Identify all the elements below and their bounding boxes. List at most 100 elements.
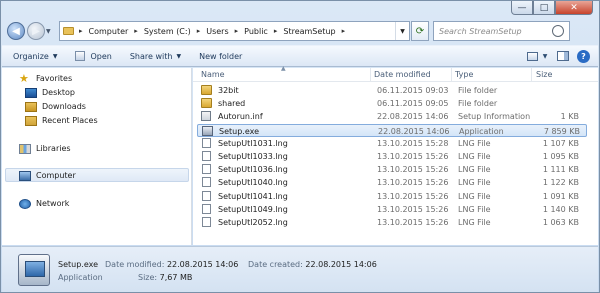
details-size: Size: 7,67 MB	[138, 273, 193, 282]
view-controls: ▼ ?	[518, 49, 590, 63]
downloads-icon	[25, 101, 37, 112]
view-icon	[526, 51, 538, 61]
open-label: Open	[90, 51, 112, 61]
file-name: SetupUtl1041.lng	[218, 191, 288, 201]
file-size: 1 122 KB	[542, 178, 579, 188]
address-history-dropdown[interactable]: ▼	[395, 22, 409, 40]
breadcrumb-system-drive[interactable]: System (C:)	[144, 27, 191, 36]
file-size: 7 859 KB	[543, 126, 580, 136]
nav-item-label: Computer	[36, 171, 76, 180]
new-folder-button[interactable]: New folder	[199, 52, 242, 61]
search-placeholder: Search StreamSetup	[439, 26, 522, 36]
file-row[interactable]: SetupUtl1049.lng 13.10.2015 15:26 LNG File…	[197, 203, 587, 216]
recent-places-icon	[25, 115, 37, 126]
file-row[interactable]: shared 06.11.2015 09:05 File folder	[197, 97, 587, 110]
file-name: SetupUtl2052.lng	[218, 218, 288, 227]
address-bar[interactable]: ▸ Computer ▸ System (C:) ▸ Users ▸ Publi…	[59, 21, 410, 41]
refresh-button[interactable]: ⟳	[411, 21, 429, 41]
column-headers: Name ▲ Date modified Type Size	[193, 65, 598, 82]
libraries-icon	[19, 143, 31, 154]
file-type: LNG File	[458, 178, 491, 188]
file-row[interactable]: Autorun.inf 22.08.2015 14:06 Setup Informa…	[197, 110, 587, 123]
file-row[interactable]: SetupUtl2052.lng 13.10.2015 15:26 LNG File…	[197, 216, 587, 229]
file-type: LNG File	[458, 218, 491, 227]
file-type: Setup Information	[458, 112, 531, 122]
file-date: 13.10.2015 15:26	[377, 152, 449, 161]
file-row[interactable]: Setup.exe 22.08.2015 14:06 Application 7 85…	[197, 123, 587, 137]
breadcrumb-computer[interactable]: Computer	[89, 27, 129, 36]
nav-item-downloads[interactable]: Downloads	[25, 100, 86, 113]
breadcrumb-separator[interactable]: ▸	[342, 27, 346, 35]
file-type: LNG File	[458, 165, 491, 175]
share-with-button[interactable]: Share with ▼	[130, 52, 181, 61]
file-size: 1 063 KB	[542, 218, 579, 227]
file-name: Setup.exe	[219, 126, 260, 136]
folder-icon	[201, 98, 212, 109]
file-row[interactable]: SetupUtl1036.lng 13.10.2015 15:26 LNG File…	[197, 163, 587, 176]
file-type: LNG File	[458, 152, 491, 161]
breadcrumb-separator[interactable]: ▸	[274, 27, 278, 35]
help-button[interactable]: ?	[577, 49, 590, 63]
desktop-icon	[25, 87, 37, 98]
maximize-button[interactable]: □	[533, 1, 555, 15]
column-divider[interactable]	[370, 68, 371, 82]
nav-item-network[interactable]: Network	[19, 197, 69, 210]
nav-item-label: Favorites	[36, 74, 73, 83]
breadcrumb-public[interactable]: Public	[244, 27, 268, 36]
back-button[interactable]: ◀	[7, 22, 25, 40]
organize-button[interactable]: Organize ▼	[13, 52, 57, 61]
file-icon	[202, 137, 211, 148]
breadcrumb-users[interactable]: Users	[206, 27, 228, 36]
nav-item-favorites[interactable]: ★ Favorites	[19, 72, 72, 85]
file-size: 1 095 KB	[542, 152, 579, 161]
forward-button[interactable]: ▶	[27, 22, 45, 40]
file-name: Autorun.inf	[218, 112, 263, 122]
open-icon	[75, 51, 86, 61]
file-row[interactable]: SetupUtl1041.lng 13.10.2015 15:26 LNG File…	[197, 190, 587, 203]
breadcrumb-separator[interactable]: ▸	[197, 27, 201, 35]
change-view-button[interactable]	[524, 49, 540, 63]
search-input[interactable]: Search StreamSetup	[433, 21, 570, 41]
file-icon	[202, 151, 211, 161]
preview-pane-button[interactable]	[555, 49, 571, 63]
nav-item-desktop[interactable]: Desktop	[25, 86, 75, 99]
breadcrumb-separator[interactable]: ▸	[134, 27, 138, 35]
view-options-dropdown[interactable]: ▼	[541, 49, 549, 63]
file-size: 1 KB	[560, 112, 579, 122]
recent-pages-dropdown[interactable]: ▼	[46, 28, 56, 35]
file-row[interactable]: 32bit 06.11.2015 09:03 File folder	[197, 84, 587, 97]
nav-item-label: Recent Places	[42, 116, 98, 125]
chevron-down-icon: ▼	[52, 52, 58, 60]
breadcrumb-separator[interactable]: ▸	[235, 27, 239, 35]
details-kind: Application	[58, 273, 103, 282]
column-header-type[interactable]: Type	[455, 70, 473, 79]
column-header-date[interactable]: Date modified	[374, 70, 431, 79]
minimize-button[interactable]: —	[511, 1, 533, 15]
nav-item-libraries[interactable]: Libraries	[19, 142, 71, 155]
file-type: Application	[459, 126, 504, 136]
open-button[interactable]: Open	[75, 51, 112, 61]
computer-icon	[19, 170, 31, 181]
file-name: 32bit	[218, 86, 239, 95]
column-divider[interactable]	[531, 68, 532, 82]
star-icon: ★	[19, 72, 29, 85]
nav-item-computer[interactable]: Computer	[19, 169, 76, 182]
file-icon	[202, 164, 211, 175]
file-row[interactable]: SetupUtl1031.lng 13.10.2015 15:28 LNG File…	[197, 137, 587, 150]
new-folder-label: New folder	[199, 51, 243, 61]
file-date: 13.10.2015 15:26	[377, 178, 449, 188]
close-button[interactable]: ✕	[555, 1, 593, 15]
details-filename: Setup.exe	[58, 260, 99, 269]
file-date: 13.10.2015 15:26	[377, 218, 449, 227]
file-name: SetupUtl1031.lng	[218, 138, 288, 148]
column-header-size[interactable]: Size	[536, 70, 552, 79]
column-divider[interactable]	[451, 68, 452, 82]
file-type: LNG File	[458, 138, 491, 148]
file-date: 13.10.2015 15:26	[377, 204, 449, 214]
command-bar: Organize ▼ Open Share with ▼ New folder …	[2, 45, 598, 67]
file-row[interactable]: SetupUtl1033.lng 13.10.2015 15:26 LNG File…	[197, 150, 587, 163]
breadcrumb-streamsetup[interactable]: StreamSetup	[283, 27, 335, 36]
nav-item-recent-places[interactable]: Recent Places	[25, 114, 98, 127]
file-row[interactable]: SetupUtl1040.lng 13.10.2015 15:26 LNG File…	[197, 176, 587, 189]
column-header-name[interactable]: Name	[201, 70, 225, 79]
